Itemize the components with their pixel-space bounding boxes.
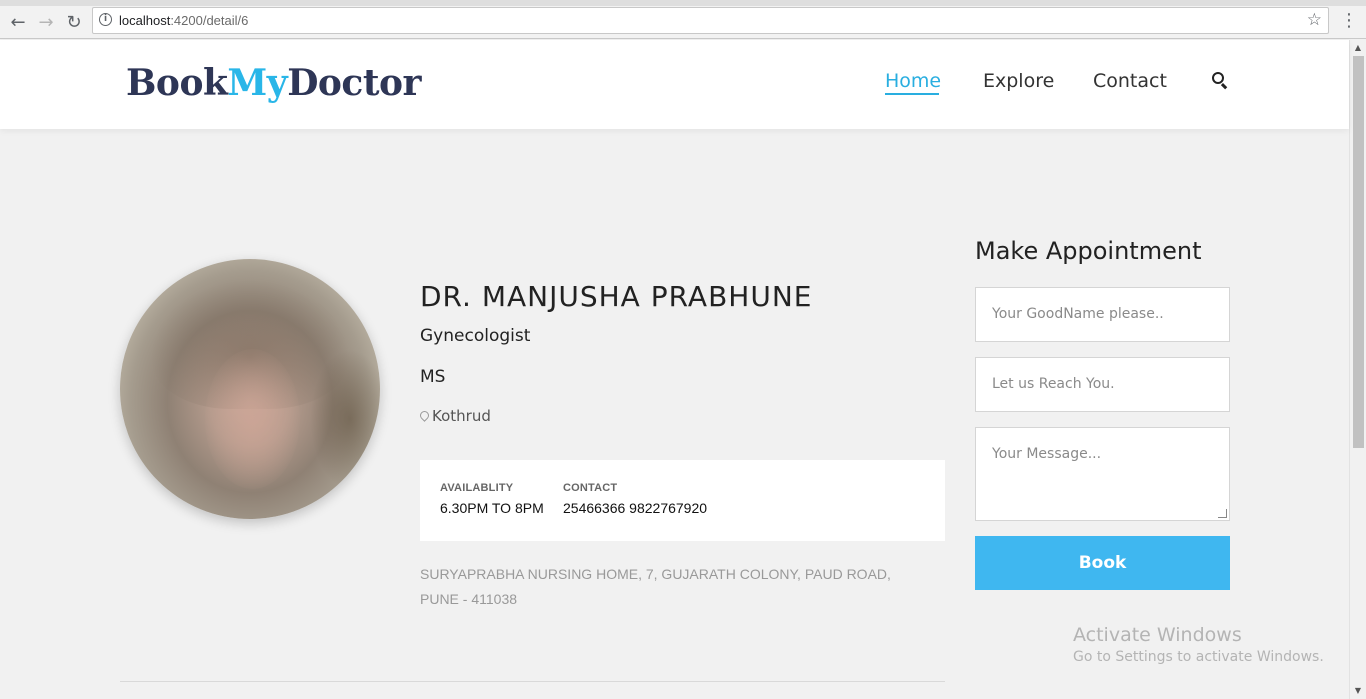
site-logo[interactable]: BookMyDoctor: [126, 62, 421, 104]
book-button[interactable]: Book: [975, 536, 1230, 590]
name-input-placeholder: Your GoodName please..: [992, 306, 1164, 322]
browser-toolbar: ← → ↻ i localhost:4200/detail/6 ☆ ⋮: [0, 6, 1366, 39]
avatar-shadow: [310, 349, 380, 489]
message-textarea[interactable]: Your Message...: [975, 427, 1230, 521]
doctor-name: DR. MANJUSHA PRABHUNE: [420, 280, 813, 313]
nav-active-underline: [885, 93, 939, 95]
contact-value: 25466366 9822767920: [563, 500, 708, 516]
name-input[interactable]: Your GoodName please..: [975, 287, 1230, 342]
doctor-location: Kothrud: [418, 407, 491, 425]
kebab-menu-icon[interactable]: ⋮: [1340, 10, 1358, 34]
contact-label: CONTACT: [563, 482, 618, 494]
reach-input-placeholder: Let us Reach You.: [992, 376, 1115, 392]
availability-value: 6.30PM TO 8PM: [440, 500, 544, 516]
logo-text-my: My: [227, 62, 288, 104]
doctor-specialty: Gynecologist: [420, 326, 531, 346]
reach-input[interactable]: Let us Reach You.: [975, 357, 1230, 412]
textarea-resize-handle[interactable]: [1218, 509, 1227, 518]
search-icon[interactable]: [1212, 72, 1224, 84]
message-textarea-placeholder: Your Message...: [992, 446, 1102, 462]
scroll-up-arrow-icon[interactable]: ▲: [1350, 40, 1366, 56]
scroll-down-arrow-icon[interactable]: ▼: [1350, 683, 1366, 699]
page-scrollbar[interactable]: ▲ ▼: [1349, 40, 1366, 699]
availability-label: AVAILABLITY: [440, 482, 514, 494]
arrow-right-icon[interactable]: →: [34, 10, 58, 34]
url-host: localhost: [119, 13, 171, 28]
nav-contact[interactable]: Contact: [1093, 70, 1167, 92]
reload-icon[interactable]: ↻: [62, 10, 86, 34]
url-path: :4200/detail/6: [170, 13, 249, 28]
doctor-degree: MS: [420, 367, 446, 387]
nav-home[interactable]: Home: [885, 70, 941, 92]
doctor-address: SURYAPRABHA NURSING HOME, 7, GUJARATH CO…: [420, 566, 891, 607]
arrow-left-icon[interactable]: ←: [6, 10, 30, 34]
address-bar-url[interactable]: localhost:4200/detail/6: [119, 13, 248, 28]
nav-explore[interactable]: Explore: [983, 70, 1054, 92]
appointment-title: Make Appointment: [975, 237, 1202, 265]
availability-block: AVAILABLITY 6.30PM TO 8PM: [440, 482, 544, 516]
doctor-info-card: AVAILABLITY 6.30PM TO 8PM CONTACT 254663…: [420, 460, 945, 541]
logo-text-book: Book: [126, 62, 228, 104]
avatar-face: [205, 349, 300, 489]
map-pin-icon: [418, 408, 431, 422]
info-icon[interactable]: i: [99, 13, 112, 26]
doctor-avatar: [120, 259, 380, 519]
scrollbar-thumb[interactable]: [1353, 56, 1364, 448]
site-header: BookMyDoctor Home Explore Contact: [0, 40, 1349, 129]
star-icon[interactable]: ☆: [1307, 10, 1322, 30]
activate-windows-title: Activate Windows: [1073, 624, 1242, 646]
logo-text-doctor: Doctor: [287, 62, 421, 104]
doctor-location-text: Kothrud: [432, 407, 491, 425]
section-divider: [120, 681, 945, 682]
contact-block: CONTACT 25466366 9822767920: [563, 482, 707, 516]
address-bar[interactable]: i localhost:4200/detail/6 ☆: [92, 7, 1329, 34]
activate-windows-subtitle: Go to Settings to activate Windows.: [1073, 649, 1324, 665]
